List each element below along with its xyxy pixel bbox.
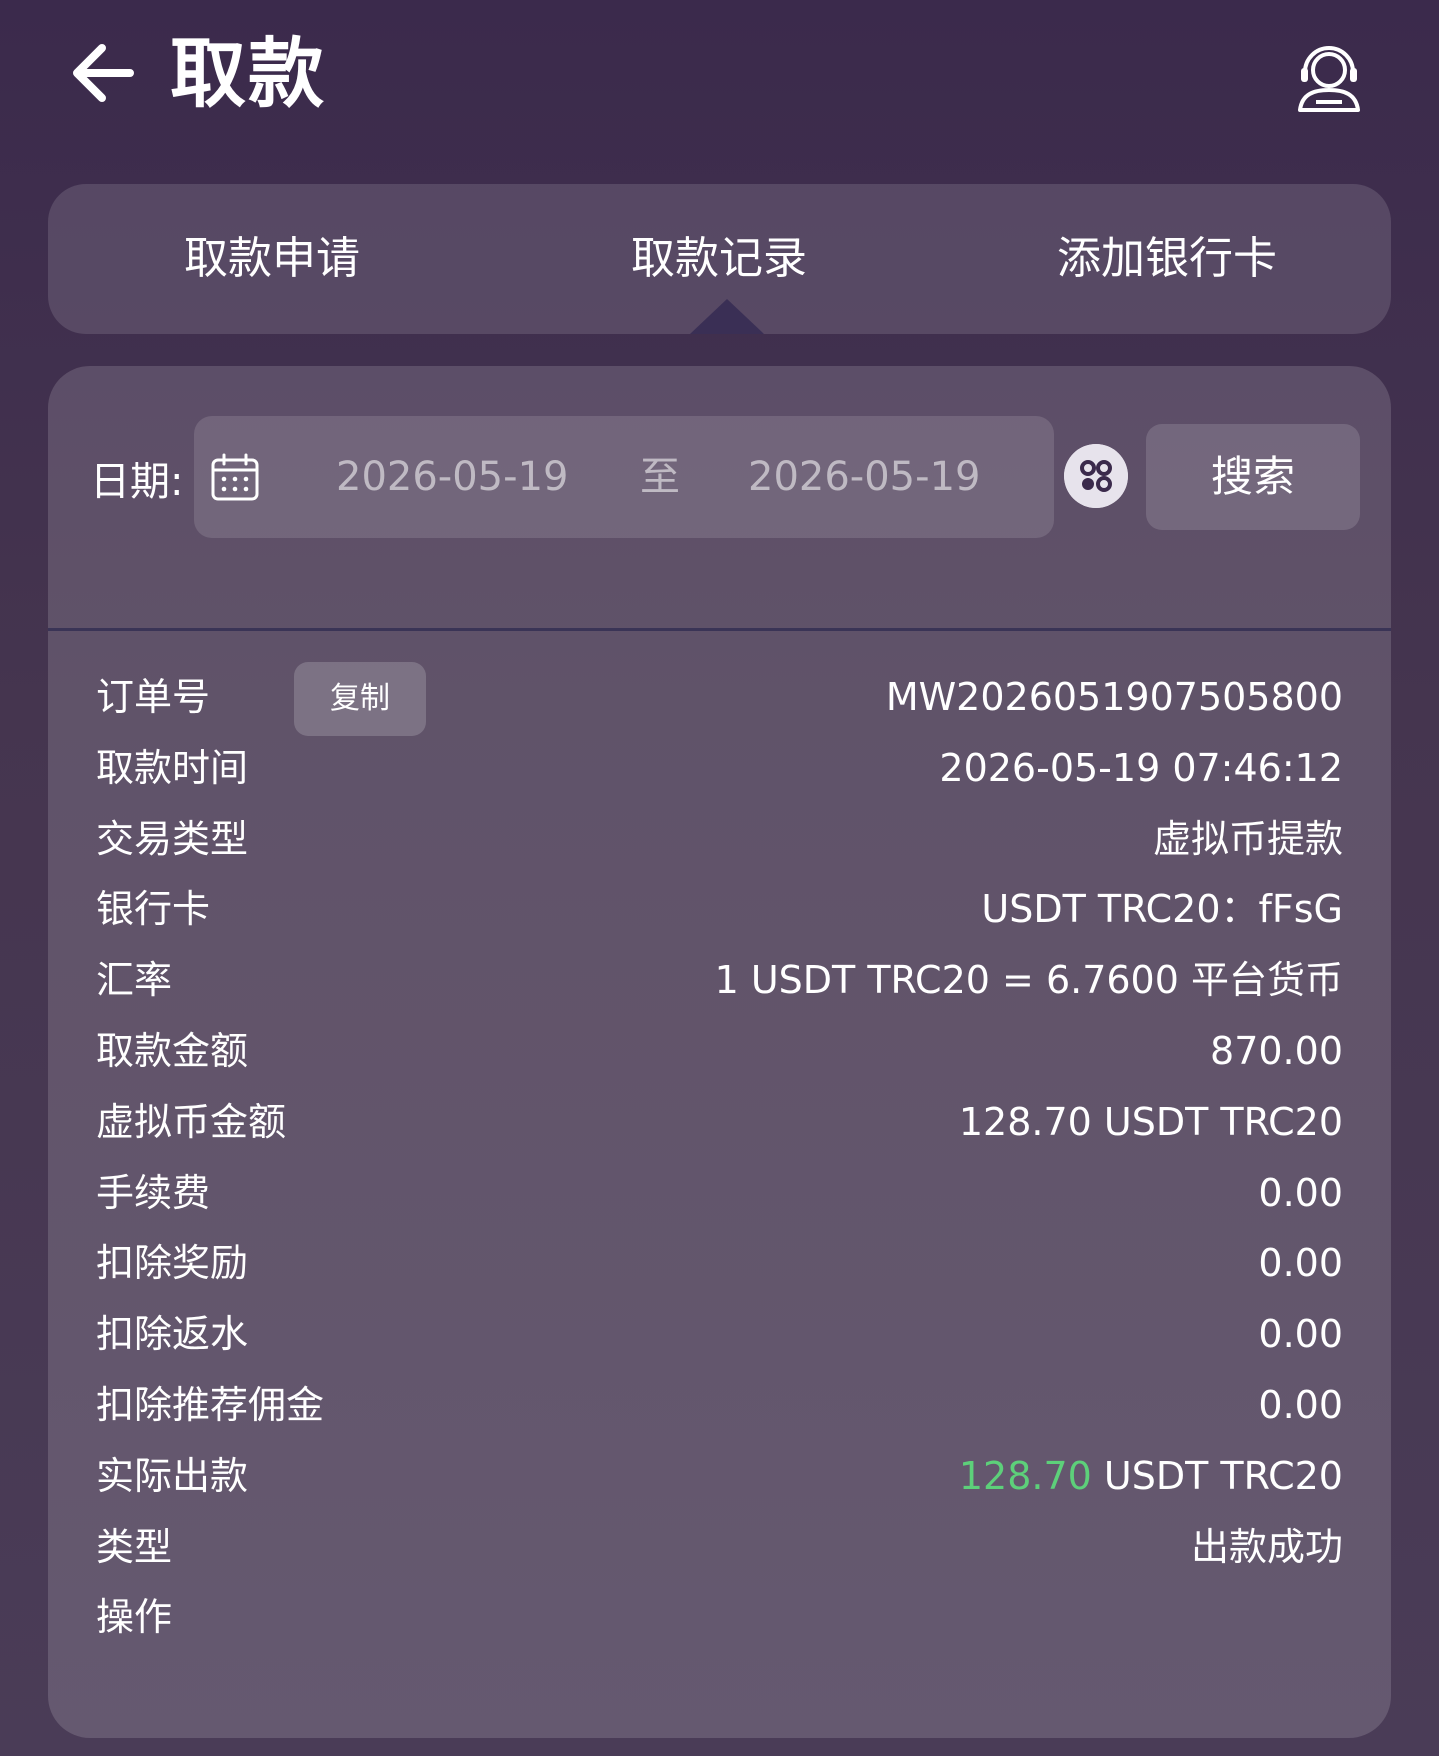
header-bar: 取款 [0,0,1439,150]
time-value: 2026-05-19 07:46:12 [939,745,1343,790]
detail-row-order-no: 订单号 复制 MW2026051907505800 [48,662,1391,736]
crypto-amount-label: 虚拟币金额 [96,1099,287,1144]
deduct-bonus-value: 0.00 [1258,1241,1343,1286]
fee-value: 0.00 [1258,1170,1343,1215]
deduct-bonus-label: 扣除奖励 [96,1241,249,1286]
customer-service-icon[interactable] [1292,40,1366,114]
rate-label: 汇率 [96,958,173,1003]
type-value: 虚拟币提款 [1152,816,1343,861]
detail-row-rate: 汇率 1 USDT TRC20 = 6.7600 平台货币 [48,945,1391,1016]
actual-unit: USDT TRC20 [1091,1453,1343,1498]
amount-label: 取款金额 [96,1028,249,1073]
rate-value: 1 USDT TRC20 = 6.7600 平台货币 [714,958,1343,1003]
card-value: USDT TRC20：fFsG [981,887,1343,932]
deduct-rebate-label: 扣除返水 [96,1312,249,1357]
quick-filter-icon[interactable] [1064,444,1128,508]
detail-row-type: 交易类型 虚拟币提款 [48,804,1391,875]
crypto-amount-value: 128.70 USDT TRC20 [958,1099,1343,1144]
detail-row-deduct-rebate: 扣除返水 0.00 [48,1299,1391,1370]
detail-row-crypto-amount: 虚拟币金额 128.70 USDT TRC20 [48,1087,1391,1158]
detail-row-deduct-commission: 扣除推荐佣金 0.00 [48,1370,1391,1441]
tab-add-bank-card[interactable]: 添加银行卡 [943,184,1391,334]
divider [48,628,1391,631]
records-card: 日期: 2026-05-19 至 2026-05-19 搜索 订单号 复制 MW… [48,366,1391,1738]
actual-label: 实际出款 [96,1453,249,1498]
back-arrow-icon[interactable] [66,36,140,110]
copy-button[interactable]: 复制 [294,662,426,736]
deduct-rebate-value: 0.00 [1258,1312,1343,1357]
status-label: 类型 [96,1524,173,1569]
actual-payout: 128.70 USDT TRC20 [959,1441,1343,1511]
date-label: 日期: [90,459,184,505]
detail-row-status: 类型 出款成功 [48,1512,1391,1583]
time-label: 取款时间 [96,745,249,790]
page-title: 取款 [170,29,326,118]
detail-row-card: 银行卡 USDT TRC20：fFsG [48,874,1391,945]
order-no-label: 订单号 [96,675,211,719]
record-details: 订单号 复制 MW2026051907505800 取款时间 2026-05-1… [48,662,1391,1653]
fee-label: 手续费 [96,1170,211,1215]
deduct-commission-value: 0.00 [1258,1382,1343,1427]
detail-row-actual: 实际出款 128.70 USDT TRC20 [48,1441,1391,1512]
detail-row-amount: 取款金额 870.00 [48,1016,1391,1087]
action-label: 操作 [96,1595,173,1640]
deduct-commission-label: 扣除推荐佣金 [96,1382,325,1427]
start-date-field[interactable]: 2026-05-19 [336,416,568,538]
date-separator: 至 [640,454,680,500]
amount-value: 870.00 [1210,1028,1343,1073]
actual-value: 128.70 [958,1453,1092,1498]
status-value: 出款成功 [1190,1524,1343,1569]
date-range-picker[interactable]: 2026-05-19 至 2026-05-19 [194,416,1054,538]
detail-row-fee: 手续费 0.00 [48,1158,1391,1229]
detail-row-time: 取款时间 2026-05-19 07:46:12 [48,733,1391,804]
type-label: 交易类型 [96,816,249,861]
search-button[interactable]: 搜索 [1146,424,1360,530]
active-tab-indicator [690,299,764,334]
end-date-field[interactable]: 2026-05-19 [748,416,980,538]
detail-row-deduct-bonus: 扣除奖励 0.00 [48,1228,1391,1299]
calendar-icon [211,453,259,501]
card-label: 银行卡 [96,887,211,932]
tab-withdraw-apply[interactable]: 取款申请 [48,184,496,334]
detail-row-action: 操作 [48,1582,1391,1653]
order-no-value: MW2026051907505800 [885,675,1343,719]
